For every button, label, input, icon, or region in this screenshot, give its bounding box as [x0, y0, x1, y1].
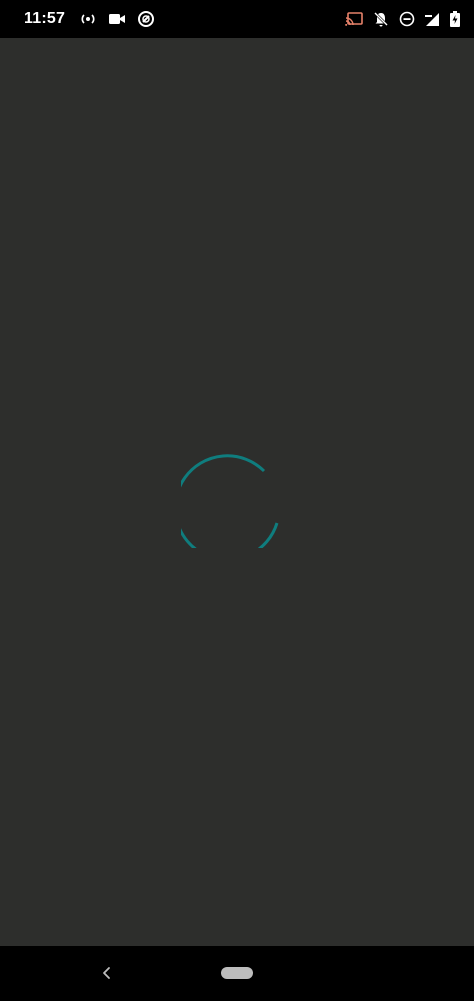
status-bar: 11:57 [0, 0, 474, 38]
hotspot-icon [79, 12, 97, 26]
video-camera-icon [109, 13, 126, 25]
back-chevron-icon[interactable] [96, 962, 118, 984]
do-not-disturb-icon [399, 11, 415, 27]
cast-icon [345, 12, 363, 26]
status-right-icons [345, 11, 460, 27]
loading-screen [0, 38, 474, 946]
loading-spinner [181, 454, 279, 548]
sync-disabled-icon [137, 10, 155, 28]
signal-icon [425, 12, 440, 27]
home-pill-icon[interactable] [221, 967, 253, 979]
status-time: 11:57 [24, 10, 66, 27]
spinner-arc [181, 454, 279, 548]
status-left-icons [79, 10, 155, 28]
navigation-bar [0, 946, 474, 1001]
battery-icon [450, 11, 460, 27]
screen: 11:57 [0, 0, 474, 1001]
notifications-off-icon [373, 11, 389, 27]
